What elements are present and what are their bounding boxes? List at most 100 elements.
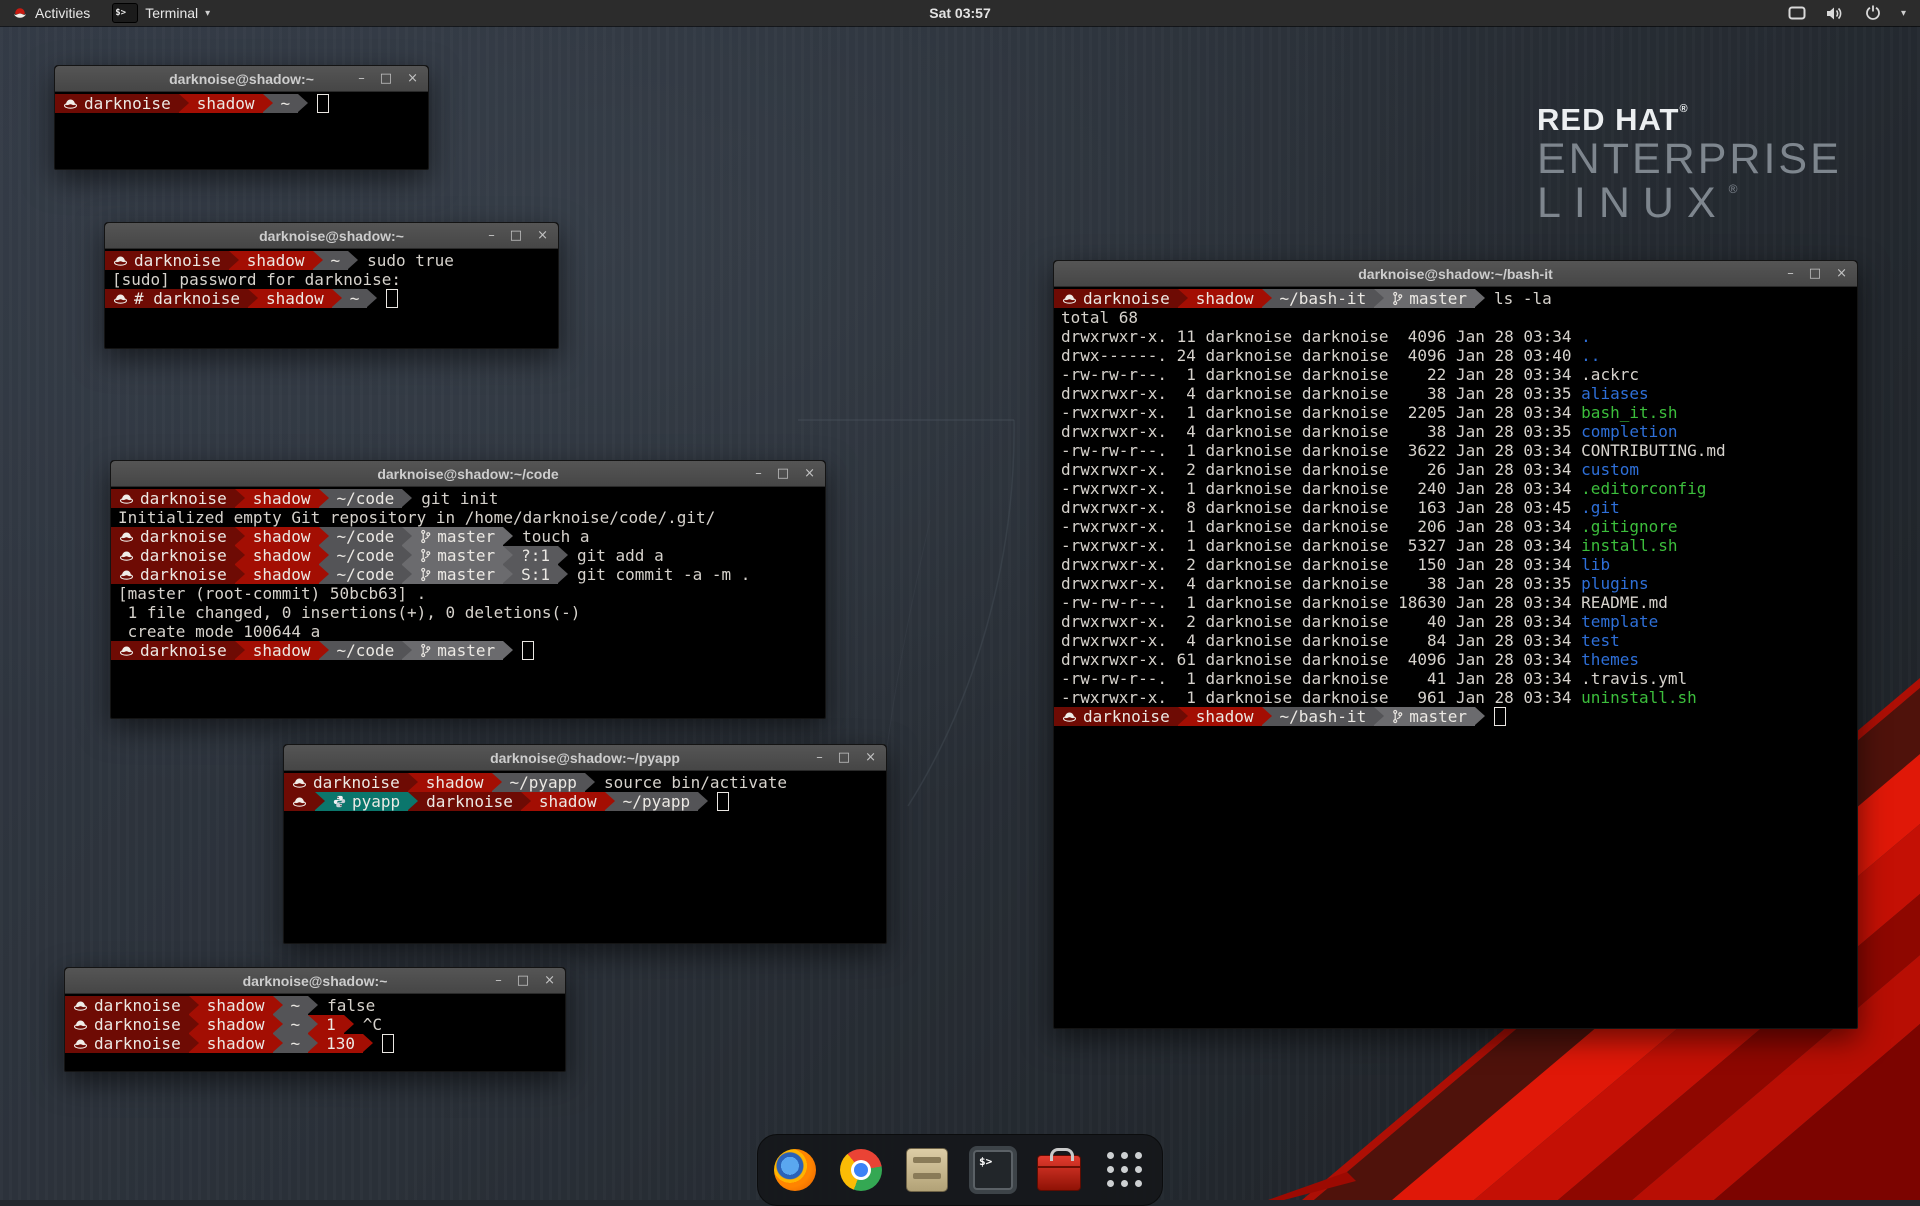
output-text: drwxrwxr-x. 4 darknoise darknoise 38 Jan…: [1054, 422, 1581, 441]
minimize-button[interactable]: –: [488, 229, 495, 242]
powerline-arrow: [189, 1034, 199, 1052]
dock-item-chrome[interactable]: [837, 1146, 885, 1194]
powerline-arrow: [1262, 289, 1272, 307]
prompt-segment-host: shadow: [418, 773, 492, 792]
powerline-arrow: [319, 565, 329, 583]
powerline-arrow: [319, 527, 329, 545]
powerline-separator: [698, 792, 708, 811]
powerline-arrow: [319, 641, 329, 659]
directory-name: test: [1581, 631, 1620, 650]
minimize-button[interactable]: –: [816, 751, 823, 764]
toolbox-icon: [1037, 1155, 1081, 1191]
terminal-line: -rwxrwxr-x. 1 darknoise darknoise 961 Ja…: [1054, 688, 1857, 707]
prompt-segment-user: darknoise: [111, 489, 235, 508]
powerline-arrow: [308, 1034, 318, 1052]
dock-item-toolbox[interactable]: [1035, 1146, 1083, 1194]
close-button[interactable]: ×: [407, 72, 418, 85]
maximize-button[interactable]: □: [1809, 267, 1821, 280]
minimize-button[interactable]: –: [755, 467, 762, 480]
terminal-content[interactable]: darknoiseshadow~falsedarknoiseshadow~1^C…: [65, 994, 565, 1053]
window-titlebar[interactable]: darknoise@shadow:~ – □ ×: [105, 223, 558, 249]
minimize-button[interactable]: –: [358, 72, 365, 85]
window-titlebar[interactable]: darknoise@shadow:~ – □ ×: [55, 66, 428, 92]
maximize-button[interactable]: □: [510, 229, 522, 242]
powerline-separator: [1475, 289, 1485, 308]
terminal-line: darknoiseshadow~/bash-itmasterls -la: [1054, 289, 1857, 308]
prompt-segment-path: ~/bash-it: [1272, 289, 1375, 308]
maximize-button[interactable]: □: [380, 72, 392, 85]
close-button[interactable]: ×: [865, 751, 876, 764]
powerline-separator: [263, 94, 273, 113]
powerline-separator: [605, 792, 615, 811]
command-text: git init: [412, 489, 498, 508]
dock-item-firefox[interactable]: [771, 1146, 819, 1194]
prompt-segment-user: darknoise: [111, 546, 235, 565]
output-text: -rwxrwxr-x. 1 darknoise darknoise 206 Ja…: [1054, 517, 1581, 536]
prompt-segment-path: ~/code: [329, 565, 403, 584]
directory-name: plugins: [1581, 574, 1648, 593]
rhel-desktop-logo: RED HAT® ENTERPRISE LINUX®: [1537, 102, 1842, 226]
powerline-arrow: [408, 773, 418, 791]
terminal-cursor: [1494, 707, 1506, 726]
maximize-button[interactable]: □: [777, 467, 789, 480]
powerline-arrow: [585, 773, 595, 791]
window-titlebar[interactable]: darknoise@shadow:~/pyapp – □ ×: [284, 745, 886, 771]
terminal-window-pyapp: darknoise@shadow:~/pyapp – □ × darknoise…: [283, 744, 887, 944]
prompt-segment-path: ~/pyapp: [615, 792, 698, 811]
terminal-line: darknoiseshadow~/bash-itmaster: [1054, 707, 1857, 726]
registered-mark: ®: [1679, 103, 1688, 115]
terminal-line: drwxrwxr-x. 2 darknoise darknoise 150 Ja…: [1054, 555, 1857, 574]
minimize-button[interactable]: –: [1787, 267, 1794, 280]
prompt-segment-user: darknoise: [111, 641, 235, 660]
close-button[interactable]: ×: [1836, 267, 1847, 280]
window-titlebar[interactable]: darknoise@shadow:~ – □ ×: [65, 968, 565, 994]
terminal-line: drwxrwxr-x. 8 darknoise darknoise 163 Ja…: [1054, 498, 1857, 517]
powerline-separator: [308, 1015, 318, 1034]
window-titlebar[interactable]: darknoise@shadow:~/bash-it – □ ×: [1054, 261, 1857, 287]
dock-item-terminal[interactable]: $>: [969, 1146, 1017, 1194]
powerline-arrow: [1475, 289, 1485, 307]
prompt-segment-host: shadow: [189, 94, 263, 113]
powerline-separator: [308, 996, 318, 1015]
powerline-arrow: [332, 289, 342, 307]
output-text: -rw-rw-r--. 1 darknoise darknoise 3622 J…: [1054, 441, 1726, 460]
maximize-button[interactable]: □: [838, 751, 850, 764]
close-button[interactable]: ×: [537, 229, 548, 242]
close-button[interactable]: ×: [544, 974, 555, 987]
dock-item-files[interactable]: [903, 1146, 951, 1194]
terminal-content[interactable]: darknoiseshadow~: [55, 92, 428, 113]
dock-item-app-grid[interactable]: [1101, 1146, 1149, 1194]
system-status-area[interactable]: ▾: [1788, 5, 1920, 21]
powerline-separator: [1178, 289, 1188, 308]
powerline-arrow: [298, 94, 308, 112]
window-title: darknoise@shadow:~: [259, 228, 404, 244]
terminal-content[interactable]: darknoiseshadow~sudo true[sudo] password…: [105, 249, 558, 308]
terminal-content[interactable]: darknoiseshadow~/bash-itmasterls -latota…: [1054, 287, 1857, 726]
minimize-button[interactable]: –: [495, 974, 502, 987]
terminal-line: darknoiseshadow~1^C: [65, 1015, 565, 1034]
powerline-separator: [1374, 707, 1384, 726]
powerline-arrow: [1475, 707, 1485, 725]
app-grid-icon: [1107, 1152, 1143, 1188]
powerline-arrow: [503, 565, 513, 583]
maximize-button[interactable]: □: [517, 974, 529, 987]
prompt-segment-exit: 130: [318, 1034, 363, 1053]
powerline-separator: [585, 773, 595, 792]
terminal-line: -rwxrwxr-x. 1 darknoise darknoise 5327 J…: [1054, 536, 1857, 555]
prompt-segment-path: ~/bash-it: [1272, 707, 1375, 726]
redhat-icon: [1062, 293, 1077, 305]
powerline-arrow: [235, 546, 245, 564]
command-text: ls -la: [1485, 289, 1552, 308]
directory-name: template: [1581, 612, 1658, 631]
clock[interactable]: Sat 03:57: [0, 5, 1920, 21]
close-button[interactable]: ×: [804, 467, 815, 480]
terminal-icon: $>: [973, 1150, 1013, 1190]
prompt-segment-host: shadow: [258, 289, 332, 308]
chrome-icon: [840, 1149, 882, 1191]
powerline-separator: [367, 289, 377, 308]
powerline-arrow: [273, 996, 283, 1014]
terminal-content[interactable]: darknoiseshadow~/codegit initInitialized…: [111, 487, 825, 660]
terminal-line: pyappdarknoiseshadow~/pyapp: [284, 792, 886, 811]
terminal-content[interactable]: darknoiseshadow~/pyappsource bin/activat…: [284, 771, 886, 811]
window-titlebar[interactable]: darknoise@shadow:~/code – □ ×: [111, 461, 825, 487]
